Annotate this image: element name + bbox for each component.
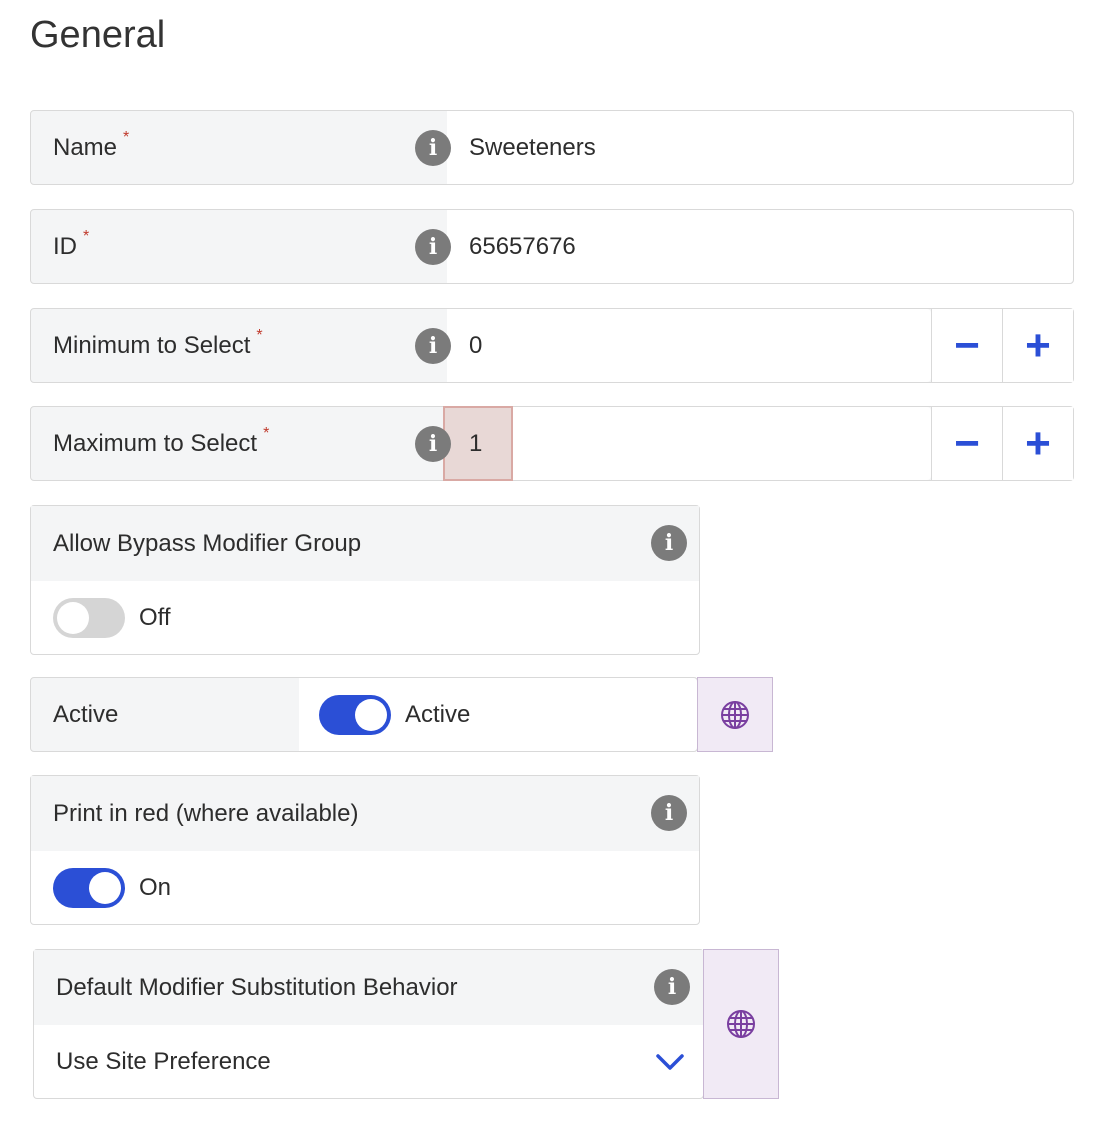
active-row: Active Active (30, 677, 698, 752)
globe-icon (721, 700, 749, 729)
required-marker: * (256, 326, 263, 344)
name-row: Name * i Sweeteners (30, 110, 1074, 185)
chevron-down-icon (656, 1054, 684, 1070)
info-icon[interactable]: i (415, 426, 451, 462)
print-red-state: On (139, 874, 172, 901)
id-row: ID * i 65657676 (30, 209, 1074, 284)
id-label: ID (53, 232, 77, 260)
info-icon[interactable]: i (415, 328, 451, 364)
substitution-label: Default Modifier Substitution Behavior (56, 973, 458, 1001)
active-state: Active (405, 700, 471, 728)
required-marker: * (263, 424, 270, 442)
substitution-select[interactable]: Use Site Preference (34, 1025, 703, 1099)
print-red-card: Print in red (where available) i On (30, 775, 700, 925)
active-toggle[interactable] (319, 694, 391, 735)
globe-icon (727, 1010, 755, 1038)
toggle-knob (355, 698, 387, 731)
name-input[interactable]: Sweeteners (447, 111, 1073, 184)
globe-button[interactable] (703, 949, 779, 1099)
active-label: Active (53, 700, 119, 728)
id-input[interactable]: 65657676 (447, 210, 1073, 283)
maximum-to-select-input[interactable]: 1 (443, 406, 513, 481)
toggle-knob (89, 872, 121, 904)
decrement-button[interactable]: − (931, 407, 1002, 480)
bypass-label: Allow Bypass Modifier Group (53, 529, 362, 557)
name-label: Name (53, 133, 118, 161)
decrement-button[interactable]: − (931, 309, 1002, 382)
print-red-toggle[interactable] (53, 868, 125, 908)
info-icon[interactable]: i (415, 229, 451, 265)
increment-button[interactable]: + (1002, 309, 1073, 382)
substitution-value: Use Site Preference (56, 1048, 271, 1075)
maximum-to-select-row: Maximum to Select * i 1 − + (30, 406, 1074, 481)
required-marker: * (83, 227, 90, 245)
page-title: General (30, 14, 166, 56)
maximum-to-select-label: Maximum to Select (53, 429, 258, 457)
minimum-to-select-row: Minimum to Select * i 0 − + (30, 308, 1074, 383)
minimum-to-select-input[interactable]: 0 (447, 309, 931, 382)
minimum-to-select-label: Minimum to Select (53, 331, 251, 359)
bypass-state: Off (139, 604, 171, 631)
bypass-toggle[interactable] (53, 598, 125, 638)
info-icon[interactable]: i (651, 795, 687, 831)
info-icon[interactable]: i (415, 130, 451, 166)
info-icon[interactable]: i (651, 525, 687, 561)
bypass-card: Allow Bypass Modifier Group i Off (30, 505, 700, 655)
required-marker: * (123, 128, 130, 146)
toggle-knob (57, 602, 89, 634)
increment-button[interactable]: + (1002, 407, 1073, 480)
print-red-label: Print in red (where available) (53, 799, 359, 827)
substitution-card: Default Modifier Substitution Behavior i… (33, 949, 704, 1099)
globe-button[interactable] (697, 677, 773, 752)
info-icon[interactable]: i (654, 969, 690, 1005)
maximum-to-select-field: 1 (443, 406, 931, 481)
